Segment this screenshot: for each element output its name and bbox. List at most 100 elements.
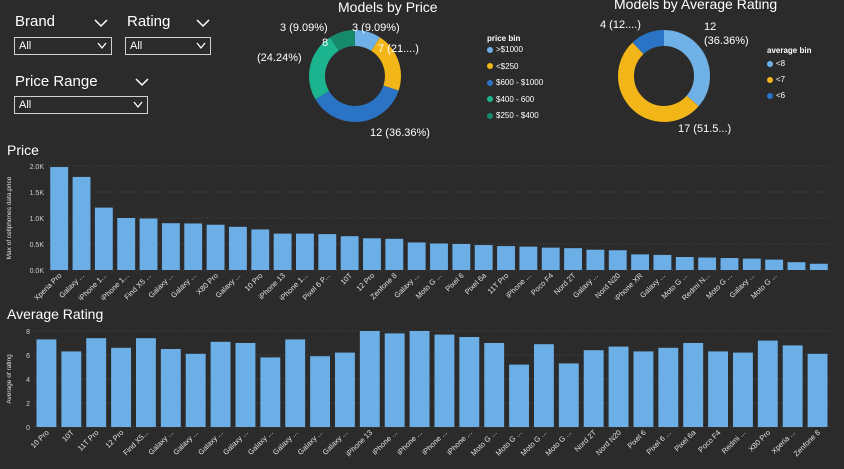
bar[interactable] — [185, 353, 206, 427]
bar[interactable] — [407, 242, 426, 270]
bar[interactable] — [541, 247, 560, 270]
bar[interactable] — [260, 357, 281, 427]
bar[interactable] — [72, 176, 91, 270]
bar[interactable] — [94, 207, 113, 270]
bar[interactable] — [558, 363, 579, 427]
bar[interactable] — [160, 349, 181, 427]
price-bar-chart[interactable]: 0.0K 0.5K 1.0K 1.5K 2.0K Max of cellphones da… — [0, 158, 844, 300]
legend-item[interactable]: <$250 — [487, 62, 518, 71]
bar[interactable] — [430, 243, 448, 270]
bar[interactable] — [633, 351, 654, 427]
bar[interactable] — [384, 333, 405, 427]
legend-item[interactable]: <8 — [767, 59, 785, 68]
bar[interactable] — [334, 352, 355, 427]
bar[interactable] — [363, 238, 381, 270]
bar[interactable] — [359, 331, 380, 427]
bar[interactable] — [564, 248, 582, 270]
bar[interactable] — [586, 249, 605, 270]
bar[interactable] — [273, 233, 292, 270]
bar[interactable] — [698, 257, 717, 270]
bar[interactable] — [135, 338, 156, 427]
bar[interactable] — [50, 167, 69, 270]
bar[interactable] — [683, 343, 704, 427]
bar[interactable] — [765, 259, 784, 270]
bar[interactable] — [318, 234, 337, 270]
rating-dropdown[interactable]: All — [125, 37, 211, 55]
bar[interactable] — [235, 343, 256, 427]
bar[interactable] — [675, 257, 694, 270]
bar[interactable] — [111, 347, 132, 427]
bar[interactable] — [809, 263, 828, 270]
bar[interactable] — [296, 233, 314, 270]
bar[interactable] — [509, 364, 530, 427]
bar[interactable] — [782, 345, 803, 427]
x-tick-label: iPhone ... — [420, 428, 449, 457]
donut-label: 7 (21....) — [378, 43, 419, 55]
legend-dot-icon — [767, 60, 773, 67]
bar[interactable] — [653, 254, 672, 270]
bar[interactable] — [310, 356, 331, 427]
y-tick-label: 6 — [26, 353, 30, 360]
legend-item[interactable]: $600 - $1000 — [487, 78, 543, 87]
x-tick-label: Galaxy ... — [271, 428, 300, 457]
price-range-dropdown[interactable]: All — [14, 96, 148, 114]
bar[interactable] — [608, 250, 627, 270]
brand-dropdown[interactable]: All — [14, 37, 112, 55]
bar[interactable] — [608, 346, 629, 427]
legend-item[interactable]: $400 - 600 — [487, 95, 534, 104]
bar[interactable] — [452, 244, 471, 270]
bar[interactable] — [139, 218, 158, 270]
bar[interactable] — [474, 245, 493, 270]
x-tick-label: Pixel 6a — [672, 427, 698, 453]
bar[interactable] — [161, 223, 180, 270]
bar[interactable] — [787, 262, 806, 270]
bar[interactable] — [519, 246, 538, 270]
bar[interactable] — [807, 353, 828, 427]
bar[interactable] — [742, 258, 761, 270]
legend-item[interactable]: $250 - $400 — [487, 111, 539, 120]
bar[interactable] — [631, 254, 650, 270]
bar[interactable] — [340, 236, 359, 270]
chevron-down-icon[interactable] — [196, 18, 210, 28]
donut-label: 3 (9.09%) — [352, 22, 400, 34]
bar[interactable] — [459, 337, 480, 427]
bar[interactable] — [385, 238, 404, 270]
bar[interactable] — [61, 351, 82, 427]
bar[interactable] — [117, 218, 136, 270]
bar[interactable] — [583, 350, 604, 427]
y-tick-label: 8 — [26, 329, 30, 336]
chevron-down-icon[interactable] — [135, 77, 149, 87]
y-tick-label: 0.5K — [30, 242, 45, 249]
bar[interactable] — [497, 246, 515, 270]
bar[interactable] — [206, 224, 225, 270]
bar[interactable] — [533, 344, 554, 427]
bar[interactable] — [757, 340, 778, 427]
bar[interactable] — [658, 347, 679, 427]
bar[interactable] — [720, 258, 739, 270]
legend-item[interactable]: >$1000 — [487, 45, 523, 54]
chevron-down-icon[interactable] — [94, 18, 108, 28]
bar[interactable] — [228, 226, 247, 270]
x-tick-label: Moto G ... — [469, 428, 499, 458]
price-donut-chart[interactable]: 3 (9.09%) 3 (9.09%) 7 (21....) 8 (24.24%… — [240, 10, 480, 140]
legend-item[interactable]: <6 — [767, 91, 785, 100]
bar[interactable] — [210, 341, 231, 427]
bar[interactable] — [36, 339, 57, 427]
bar[interactable] — [708, 351, 729, 427]
rating-donut-chart[interactable]: 4 (12....) 12 (36.36%) 17 (51.5...) — [580, 10, 770, 140]
bar[interactable] — [251, 229, 270, 270]
x-tick-label: Moto G ... — [494, 428, 524, 458]
legend-dot-icon — [487, 112, 493, 119]
bar[interactable] — [86, 338, 107, 427]
donut-label: 17 (51.5...) — [678, 123, 731, 135]
bar[interactable] — [732, 352, 753, 427]
bar[interactable] — [409, 331, 430, 427]
rating-bar-chart[interactable]: 0 2 4 6 8 Average of rating 10 Pro 10T 11T Pro 12… — [0, 322, 844, 469]
bar[interactable] — [184, 223, 203, 270]
bar[interactable] — [434, 334, 455, 427]
bar[interactable] — [285, 339, 306, 427]
legend-item[interactable]: <7 — [767, 75, 785, 84]
y-tick-label: 2.0K — [30, 164, 45, 171]
x-tick-label: Pixel 6a — [463, 270, 489, 296]
bar[interactable] — [484, 343, 505, 427]
